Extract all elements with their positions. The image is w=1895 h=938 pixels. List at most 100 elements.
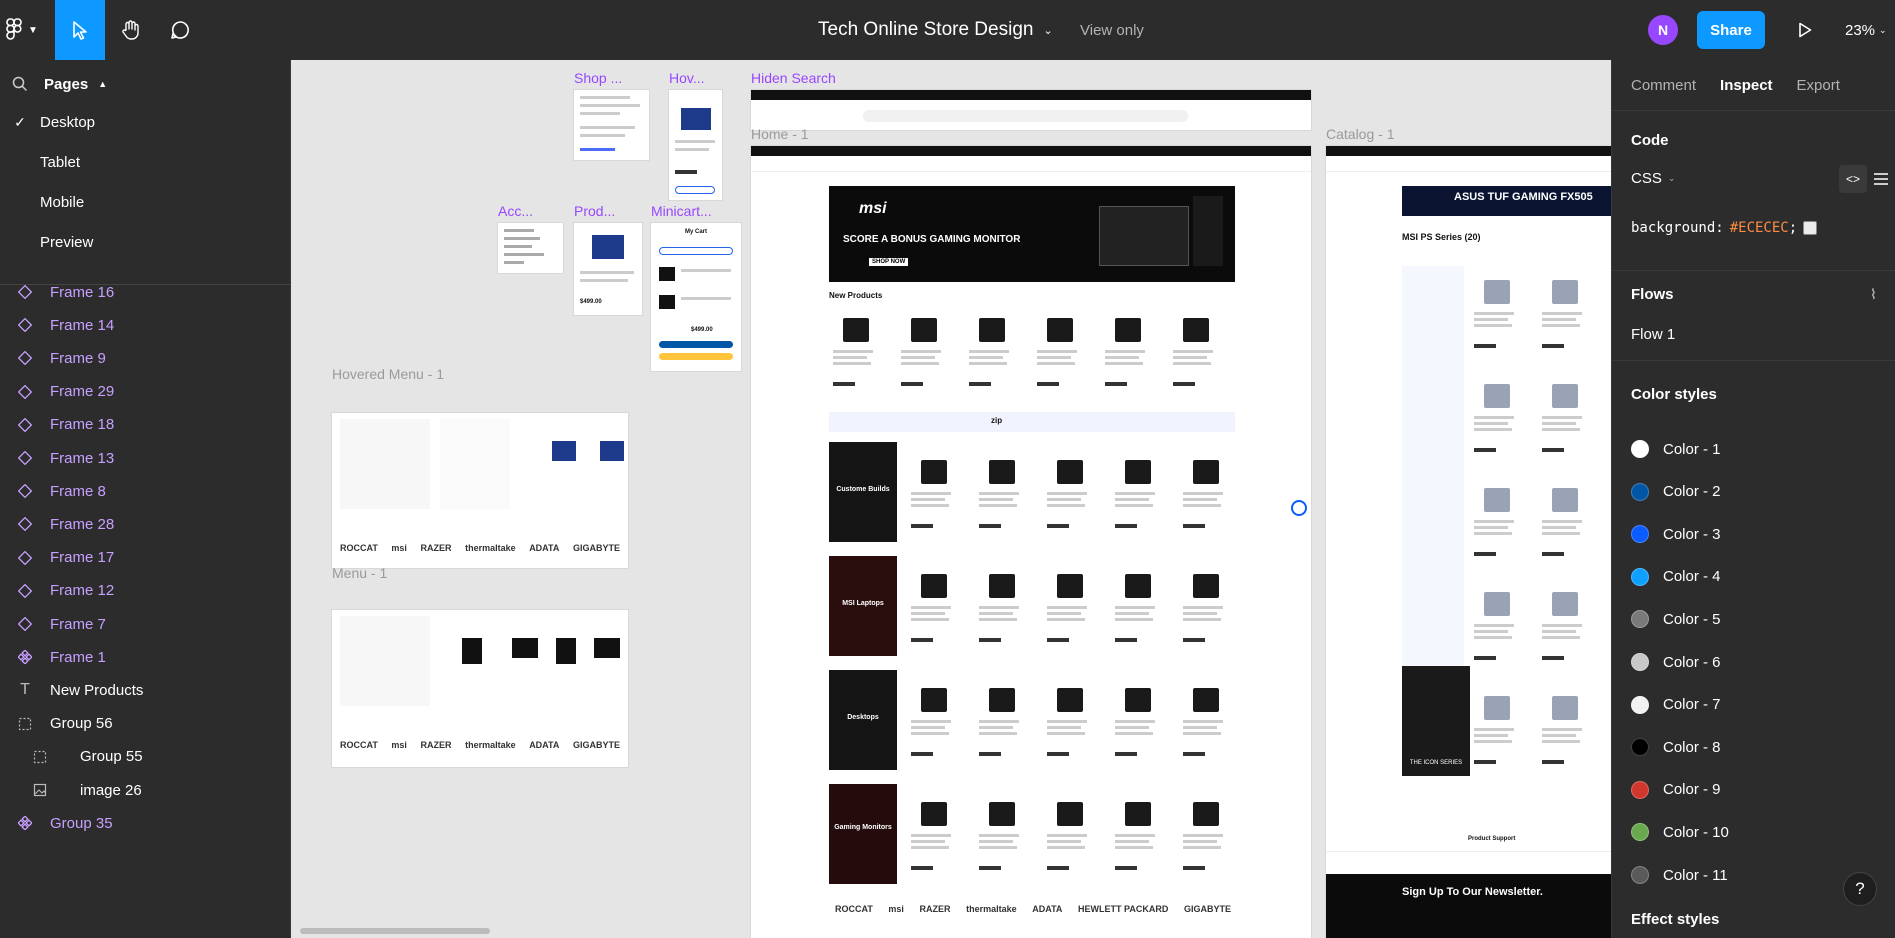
zoom-control[interactable]: 23% ⌄ (1845, 0, 1887, 60)
color-style-item[interactable]: Color - 4 (1631, 562, 1721, 592)
msi-banner[interactable]: msi SCORE A BONUS GAMING MONITOR SHOP NO… (829, 186, 1235, 282)
page-item-desktop[interactable]: ✓ Desktop (0, 104, 290, 140)
color-style-item[interactable]: Color - 11 (1631, 860, 1728, 890)
messenger-icon[interactable] (1291, 500, 1307, 516)
product-card[interactable] (1181, 446, 1229, 536)
page-item-preview[interactable]: Preview (0, 224, 290, 260)
frame-label-catalog[interactable]: Catalog - 1 (1326, 126, 1394, 142)
product-card[interactable] (1181, 788, 1229, 878)
page-item-tablet[interactable]: Tablet (0, 144, 290, 180)
hovered-menu-frame[interactable]: ROCCAT msi RAZER thermaltake ADATA GIGABYTE (332, 413, 628, 568)
hover-frame[interactable] (669, 90, 722, 200)
product-card[interactable] (1181, 560, 1229, 650)
msi-laptops-promo[interactable]: MSI Laptops (829, 556, 897, 656)
share-button[interactable]: Share (1697, 11, 1765, 49)
product-card[interactable] (1113, 788, 1161, 878)
product-card[interactable] (977, 446, 1025, 536)
code-language-select[interactable]: CSS ⌄ (1631, 170, 1675, 187)
product-card[interactable] (977, 674, 1025, 764)
document-title[interactable]: Tech Online Store Design ⌄ (818, 0, 1053, 60)
product-card[interactable] (1113, 560, 1161, 650)
color-style-item[interactable]: Color - 3 (1631, 519, 1721, 549)
filter-sidebar[interactable] (1402, 266, 1464, 666)
present-button[interactable] (1790, 15, 1820, 45)
horizontal-scrollbar[interactable] (300, 928, 490, 934)
product-card[interactable] (1540, 474, 1588, 564)
color-style-item[interactable]: Color - 9 (1631, 775, 1721, 805)
frame-label-menu[interactable]: Menu - 1 (332, 565, 387, 581)
list-view-button[interactable] (1874, 167, 1894, 191)
product-card[interactable] (1045, 446, 1093, 536)
home-frame[interactable]: msi SCORE A BONUS GAMING MONITOR SHOP NO… (751, 146, 1311, 938)
custom-builds-promo[interactable]: Custome Builds (829, 442, 897, 542)
product-card[interactable] (1035, 304, 1083, 394)
hand-tool-button[interactable] (106, 0, 156, 60)
product-card[interactable] (967, 304, 1015, 394)
color-style-item[interactable]: Color - 2 (1631, 477, 1721, 507)
product-card[interactable] (1540, 578, 1588, 668)
frame-label-hidden-search[interactable]: Hiden Search (751, 70, 836, 86)
comment-tool-button[interactable] (155, 0, 205, 60)
color-style-item[interactable]: Color - 7 (1631, 690, 1721, 720)
main-menu-button[interactable]: ▼ (6, 17, 46, 42)
product-card[interactable] (909, 788, 957, 878)
product-card[interactable] (1045, 560, 1093, 650)
product-card[interactable] (1472, 370, 1520, 460)
account-frame[interactable] (498, 223, 563, 273)
product-card[interactable] (831, 304, 879, 394)
product-card[interactable] (1540, 682, 1588, 772)
color-style-item[interactable]: Color - 1 (1631, 434, 1721, 464)
frame-label-shop[interactable]: Shop ... (574, 70, 622, 86)
move-tool-button[interactable] (55, 0, 105, 60)
product-card[interactable] (909, 446, 957, 536)
code-line[interactable]: background: #ECECEC; (1631, 220, 1818, 236)
color-style-item[interactable]: Color - 10 (1631, 817, 1729, 847)
flow-item[interactable]: Flow 1 (1631, 326, 1675, 343)
pages-header[interactable]: Pages ▲ (12, 72, 107, 96)
catalog-frame[interactable]: ASUS TUF GAMING FX505 MSI PS Series (20)… (1326, 146, 1611, 938)
product-card[interactable] (909, 560, 957, 650)
product-card[interactable] (1113, 674, 1161, 764)
product-card[interactable] (1472, 682, 1520, 772)
help-button[interactable]: ? (1843, 872, 1877, 906)
product-card[interactable] (1540, 370, 1588, 460)
code-view-button[interactable]: <> (1839, 165, 1867, 193)
banner-cta[interactable]: SHOP NOW (869, 258, 909, 266)
color-style-item[interactable]: Color - 6 (1631, 647, 1721, 677)
desktops-promo[interactable]: Desktops (829, 670, 897, 770)
design-canvas[interactable]: Shop ... Hov... Acc... Prod... $499.00 M… (291, 60, 1611, 938)
color-style-item[interactable]: Color - 5 (1631, 604, 1721, 634)
product-card[interactable] (1113, 446, 1161, 536)
product-card[interactable] (1540, 266, 1588, 356)
page-item-mobile[interactable]: Mobile (0, 184, 290, 220)
avatar[interactable]: N (1648, 15, 1678, 45)
frame-label-minicart[interactable]: Minicart... (651, 203, 712, 219)
frame-label-acc[interactable]: Acc... (498, 203, 533, 219)
product-card[interactable] (1472, 578, 1520, 668)
gaming-monitors-promo[interactable]: Gaming Monitors (829, 784, 897, 884)
product-card[interactable] (977, 560, 1025, 650)
minicart-frame[interactable]: My Cart $499.00 (651, 223, 741, 371)
product-card[interactable] (1045, 788, 1093, 878)
product-card[interactable] (909, 674, 957, 764)
menu-frame[interactable]: ROCCAT msi RAZER thermaltake ADATA GIGABYTE (332, 610, 628, 767)
product-card[interactable] (1472, 474, 1520, 564)
shop-frame[interactable] (574, 90, 649, 160)
hidden-search-frame[interactable] (751, 90, 1311, 130)
product-card[interactable] (1181, 674, 1229, 764)
frame-label-hovered-menu[interactable]: Hovered Menu - 1 (332, 366, 444, 382)
product-card-frame[interactable]: $499.00 (574, 223, 642, 315)
product-card[interactable] (1472, 266, 1520, 356)
frame-label-home[interactable]: Home - 1 (751, 126, 809, 142)
layer-item[interactable]: Group 35 (0, 803, 290, 843)
product-card[interactable] (977, 788, 1025, 878)
tab-inspect[interactable]: Inspect (1720, 77, 1773, 94)
product-card[interactable] (899, 304, 947, 394)
icon-series-promo[interactable]: THE ICON SERIES (1402, 666, 1470, 776)
product-card[interactable] (1045, 674, 1093, 764)
frame-label-hov[interactable]: Hov... (669, 70, 705, 86)
tab-comment[interactable]: Comment (1631, 77, 1696, 94)
asus-banner[interactable]: ASUS TUF GAMING FX505 (1402, 186, 1611, 216)
tab-export[interactable]: Export (1797, 77, 1840, 94)
color-style-item[interactable]: Color - 8 (1631, 732, 1721, 762)
